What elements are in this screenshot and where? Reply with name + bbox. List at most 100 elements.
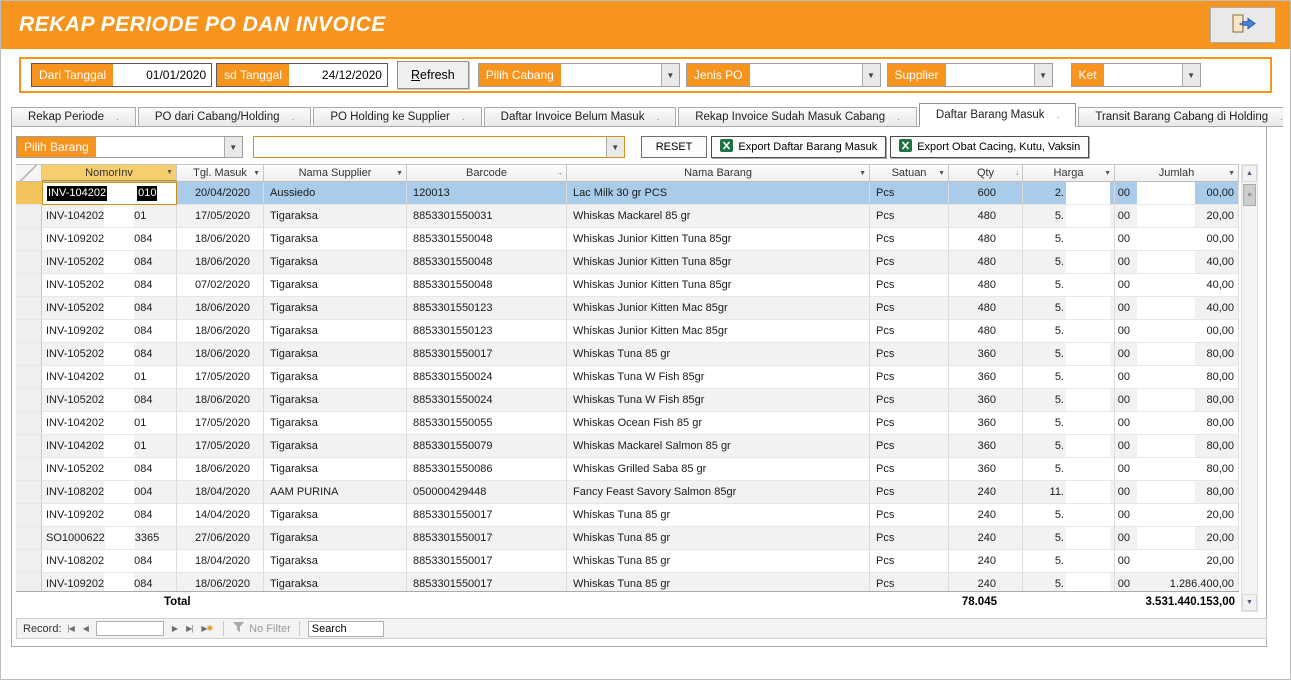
cell-nama-barang[interactable]: Whiskas Junior Kitten Mac 85gr (567, 297, 870, 320)
row-selector[interactable] (16, 412, 42, 435)
barang-filter-input[interactable] (254, 137, 606, 157)
column-header-satuan[interactable]: Satuan▼ (870, 165, 949, 181)
cell-nomorinv[interactable]: INV-104202010 (42, 182, 177, 205)
cell-barcode[interactable]: 050000429448 (407, 481, 567, 504)
cell-qty[interactable]: 480 (949, 274, 1023, 297)
tab-daftar-invoice-belum-masuk[interactable]: Daftar Invoice Belum Masuk. (484, 107, 677, 127)
cell-nama-supplier[interactable]: Tigaraksa (264, 573, 407, 592)
row-selector[interactable] (16, 504, 42, 527)
column-header-jumlah[interactable]: Jumlah▼ (1115, 165, 1239, 181)
cell-qty[interactable]: 240 (949, 504, 1023, 527)
row-selector[interactable] (16, 228, 42, 251)
cell-nama-supplier[interactable]: Tigaraksa (264, 343, 407, 366)
cell-nama-barang[interactable]: Whiskas Mackarel Salmon 85 gr (567, 435, 870, 458)
tab-rekap-periode[interactable]: Rekap Periode. (11, 107, 136, 127)
cell-nama-barang[interactable]: Whiskas Tuna 85 gr (567, 550, 870, 573)
cell-jumlah[interactable]: 20,00 (1115, 205, 1239, 228)
cell-nomorinv[interactable]: SO10006223365 (42, 527, 177, 550)
cell-harga[interactable]: 5.00 (1023, 458, 1115, 481)
cell-harga[interactable]: 5.00 (1023, 343, 1115, 366)
column-menu-icon[interactable]: ▼ (396, 170, 403, 177)
cell-qty[interactable]: 360 (949, 412, 1023, 435)
row-selector[interactable] (16, 297, 42, 320)
scroll-up-icon[interactable]: ▲ (1242, 165, 1257, 182)
cell-qty[interactable]: 480 (949, 228, 1023, 251)
cell-nama-supplier[interactable]: Tigaraksa (264, 458, 407, 481)
cell-nama-supplier[interactable]: Tigaraksa (264, 504, 407, 527)
cell-jumlah[interactable]: 80,00 (1115, 343, 1239, 366)
table-row[interactable]: INV-10920208418/06/2020Tigaraksa88533015… (16, 228, 1239, 251)
column-menu-icon[interactable]: ▼ (1228, 170, 1235, 177)
table-row[interactable]: INV-10520208418/06/2020Tigaraksa88533015… (16, 458, 1239, 481)
cell-nama-barang[interactable]: Whiskas Tuna 85 gr (567, 343, 870, 366)
cell-satuan[interactable]: Pcs (870, 228, 949, 251)
cell-qty[interactable]: 360 (949, 435, 1023, 458)
cell-jumlah[interactable]: 80,00 (1115, 458, 1239, 481)
cell-jumlah[interactable]: 40,00 (1115, 274, 1239, 297)
cell-qty[interactable]: 480 (949, 297, 1023, 320)
column-header-nama-supplier[interactable]: Nama Supplier▼ (264, 165, 407, 181)
cell-nama-supplier[interactable]: Tigaraksa (264, 412, 407, 435)
cell-barcode[interactable]: 8853301550031 (407, 205, 567, 228)
cell-satuan[interactable]: Pcs (870, 297, 949, 320)
supplier-input[interactable] (946, 64, 1034, 86)
table-row[interactable]: INV-10520208418/06/2020Tigaraksa88533015… (16, 251, 1239, 274)
cell-qty[interactable]: 240 (949, 550, 1023, 573)
table-row[interactable]: INV-10420201020/04/2020Aussiedo120013Lac… (16, 182, 1239, 205)
cell-tgl-masuk[interactable]: 18/06/2020 (177, 343, 264, 366)
reset-button[interactable]: RESET (641, 136, 708, 158)
cell-qty[interactable]: 360 (949, 343, 1023, 366)
no-filter-indicator[interactable]: No Filter (232, 622, 291, 636)
cell-nomorinv[interactable]: INV-109202084 (42, 504, 177, 527)
cell-nama-supplier[interactable]: Tigaraksa (264, 251, 407, 274)
cell-barcode[interactable]: 8853301550017 (407, 573, 567, 592)
cell-jumlah[interactable]: 80,00 (1115, 366, 1239, 389)
cell-nama-barang[interactable]: Whiskas Junior Kitten Mac 85gr (567, 320, 870, 343)
column-menu-icon[interactable]: ▼ (1104, 170, 1111, 177)
jenis-po-input[interactable] (750, 64, 862, 86)
cell-satuan[interactable]: Pcs (870, 504, 949, 527)
table-row[interactable]: INV-10520208418/06/2020Tigaraksa88533015… (16, 343, 1239, 366)
cell-tgl-masuk[interactable]: 18/06/2020 (177, 573, 264, 592)
cell-qty[interactable]: 360 (949, 366, 1023, 389)
cell-qty[interactable]: 600 (949, 182, 1023, 205)
cell-harga[interactable]: 5.00 (1023, 527, 1115, 550)
table-row[interactable]: SO1000622336527/06/2020Tigaraksa88533015… (16, 527, 1239, 550)
cell-barcode[interactable]: 8853301550024 (407, 389, 567, 412)
cell-nomorinv[interactable]: INV-109202084 (42, 228, 177, 251)
cell-nama-barang[interactable]: Whiskas Junior Kitten Tuna 85gr (567, 251, 870, 274)
cell-satuan[interactable]: Pcs (870, 205, 949, 228)
column-header-qty[interactable]: Qty↓ (949, 165, 1023, 181)
tab-daftar-barang-masuk[interactable]: Daftar Barang Masuk. (919, 103, 1076, 127)
chevron-down-icon[interactable]: ▼ (1034, 64, 1052, 86)
cell-tgl-masuk[interactable]: 17/05/2020 (177, 366, 264, 389)
export-obat-cacing-kutu-vaksin-button[interactable]: Export Obat Cacing, Kutu, Vaksin (890, 136, 1089, 158)
cell-tgl-masuk[interactable]: 18/06/2020 (177, 458, 264, 481)
cell-harga[interactable]: 5.00 (1023, 228, 1115, 251)
previous-record-icon[interactable]: ◀ (80, 624, 91, 633)
row-selector[interactable] (16, 343, 42, 366)
cell-nama-barang[interactable]: Whiskas Tuna 85 gr (567, 573, 870, 592)
table-row[interactable]: INV-1042020117/05/2020Tigaraksa885330155… (16, 412, 1239, 435)
row-selector[interactable] (16, 573, 42, 592)
cell-barcode[interactable]: 8853301550123 (407, 297, 567, 320)
cell-nama-supplier[interactable]: Tigaraksa (264, 228, 407, 251)
cell-tgl-masuk[interactable]: 07/02/2020 (177, 274, 264, 297)
row-selector[interactable] (16, 274, 42, 297)
cell-nama-supplier[interactable]: Tigaraksa (264, 205, 407, 228)
cell-nomorinv[interactable]: INV-108202004 (42, 481, 177, 504)
cell-harga[interactable]: 5.00 (1023, 504, 1115, 527)
table-row[interactable]: INV-10920208418/06/2020Tigaraksa88533015… (16, 573, 1239, 592)
sd-tanggal-input[interactable] (289, 64, 387, 86)
cell-nomorinv[interactable]: INV-105202084 (42, 251, 177, 274)
current-record-box[interactable] (96, 621, 164, 636)
export-daftar-barang-masuk-button[interactable]: Export Daftar Barang Masuk (711, 136, 886, 158)
cell-nomorinv[interactable]: INV-105202084 (42, 343, 177, 366)
table-row[interactable]: INV-10820208418/04/2020Tigaraksa88533015… (16, 550, 1239, 573)
cell-tgl-masuk[interactable]: 18/06/2020 (177, 320, 264, 343)
cell-barcode[interactable]: 8853301550048 (407, 251, 567, 274)
cell-jumlah[interactable]: 80,00 (1115, 412, 1239, 435)
cell-barcode[interactable]: 8853301550017 (407, 550, 567, 573)
cell-harga[interactable]: 5.00 (1023, 573, 1115, 592)
dari-tanggal-input[interactable] (113, 64, 211, 86)
